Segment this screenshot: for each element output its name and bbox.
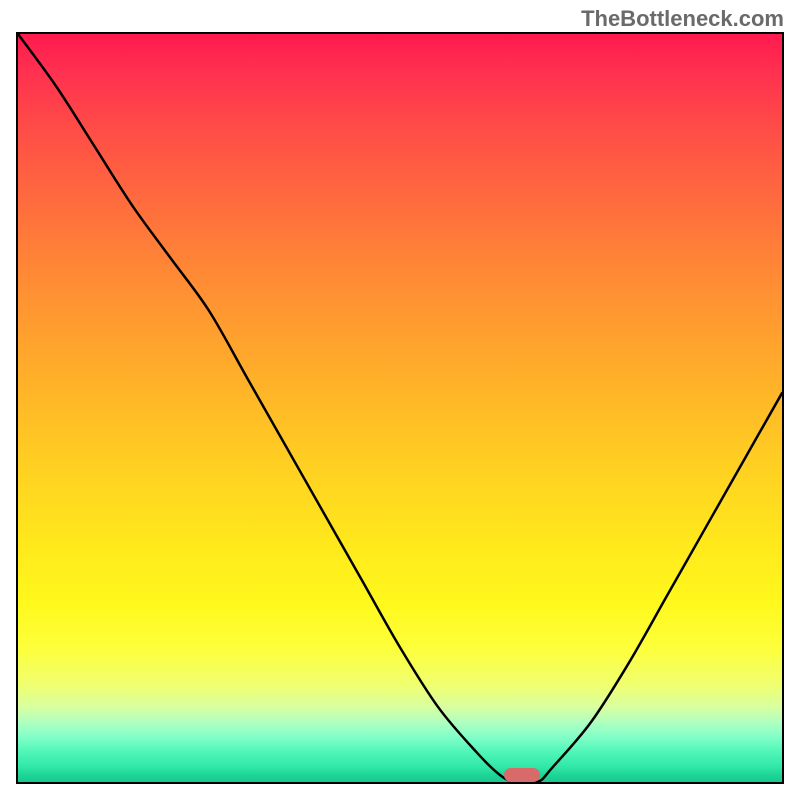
plot-area: [16, 32, 784, 784]
curve-svg: [18, 34, 782, 782]
bottleneck-curve-line: [18, 34, 782, 782]
chart-container: TheBottleneck.com: [0, 0, 800, 800]
attribution-label: TheBottleneck.com: [581, 6, 784, 32]
optimal-point-marker: [504, 768, 540, 782]
